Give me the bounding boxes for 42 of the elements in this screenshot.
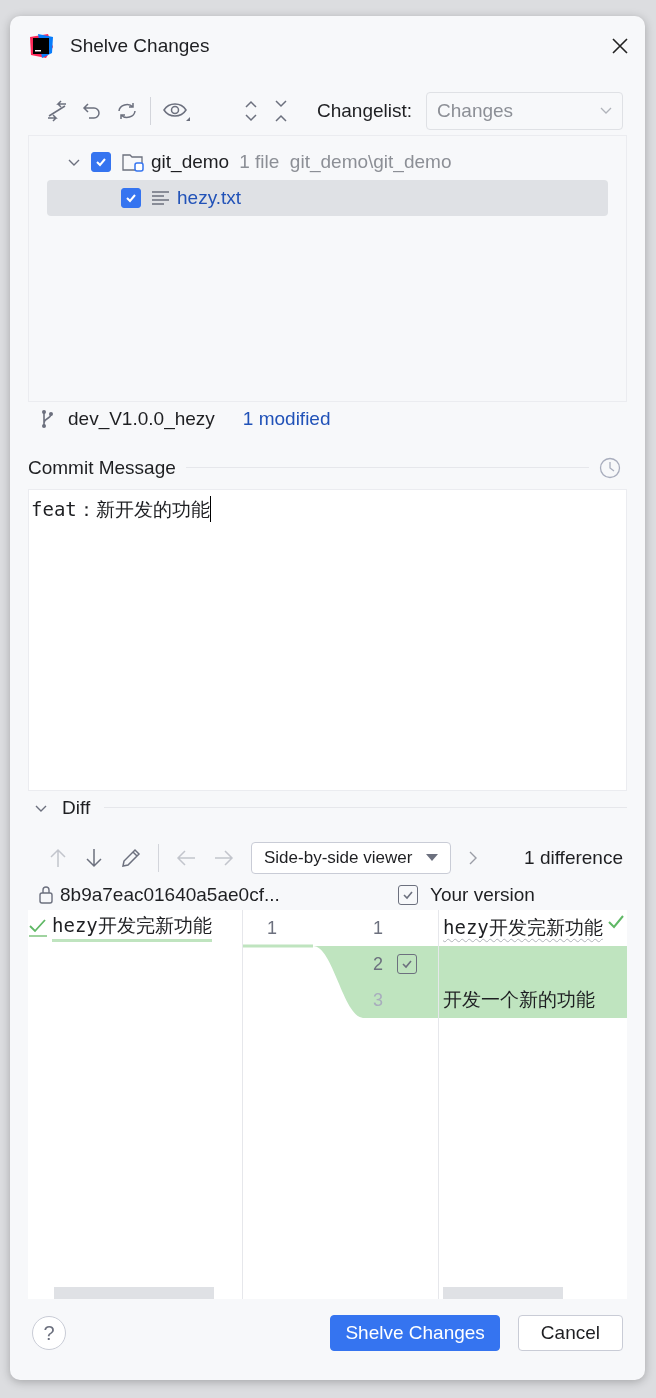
checkbox[interactable] xyxy=(397,953,417,974)
app-logo-icon xyxy=(28,32,54,59)
changelist-label: Changelist: xyxy=(317,100,413,122)
code-line: hezy开发完新功能 xyxy=(443,914,603,940)
scrollbar[interactable] xyxy=(443,1286,563,1299)
lock-icon xyxy=(38,884,54,905)
help-button[interactable]: ? xyxy=(32,1316,66,1351)
shelve-button[interactable]: Shelve Changes xyxy=(330,1315,500,1352)
line-number: 1 xyxy=(373,916,383,940)
viewer-dropdown[interactable]: Side-by-side viewer xyxy=(251,842,452,875)
tree-item[interactable]: git_demo 1 file git_demo\git_demo xyxy=(47,143,608,180)
caret-icon xyxy=(600,107,612,115)
checkbox[interactable] xyxy=(398,884,418,905)
code-line: 开发一个新的功能 xyxy=(443,986,595,1012)
tree-item[interactable]: hezy.txt xyxy=(47,179,608,216)
line-number: 2 xyxy=(373,952,383,976)
commit-message-label: Commit Message xyxy=(28,456,176,479)
folder-name: git_demo xyxy=(151,150,230,173)
branch-icon xyxy=(40,409,54,430)
down-arrow-icon[interactable] xyxy=(84,847,104,870)
check-mark-icon xyxy=(28,917,48,938)
branch-name: dev_V1.0.0_hezy xyxy=(68,408,215,431)
cancel-button[interactable]: Cancel xyxy=(517,1315,623,1352)
code-line: hezy开发完新功能 xyxy=(52,913,212,943)
check-mark-icon xyxy=(607,913,625,930)
checkbox[interactable] xyxy=(121,187,141,208)
modified-link[interactable]: 1 modified xyxy=(242,408,331,431)
folder-details: 1 file git_demo\git_demo xyxy=(239,150,452,173)
caret-icon xyxy=(426,854,439,863)
window-title: Shelve Changes xyxy=(70,34,211,57)
your-version-label: Your version xyxy=(430,883,535,906)
text-file-icon xyxy=(151,188,171,207)
pencil-icon[interactable] xyxy=(120,847,142,870)
line-number: 1 xyxy=(267,917,277,938)
scrollbar[interactable] xyxy=(54,1286,214,1299)
checkbox[interactable] xyxy=(91,151,111,172)
revision-hash: 8b9a7eac01640a5ae0cf... xyxy=(60,883,280,906)
file-name: hezy.txt xyxy=(177,186,242,209)
difference-count: 1 difference xyxy=(524,847,623,870)
close-icon[interactable] xyxy=(611,36,629,55)
commit-message-field[interactable]: feat：新开发的功能 xyxy=(28,488,627,792)
diff-section-title: Diff xyxy=(62,796,91,819)
